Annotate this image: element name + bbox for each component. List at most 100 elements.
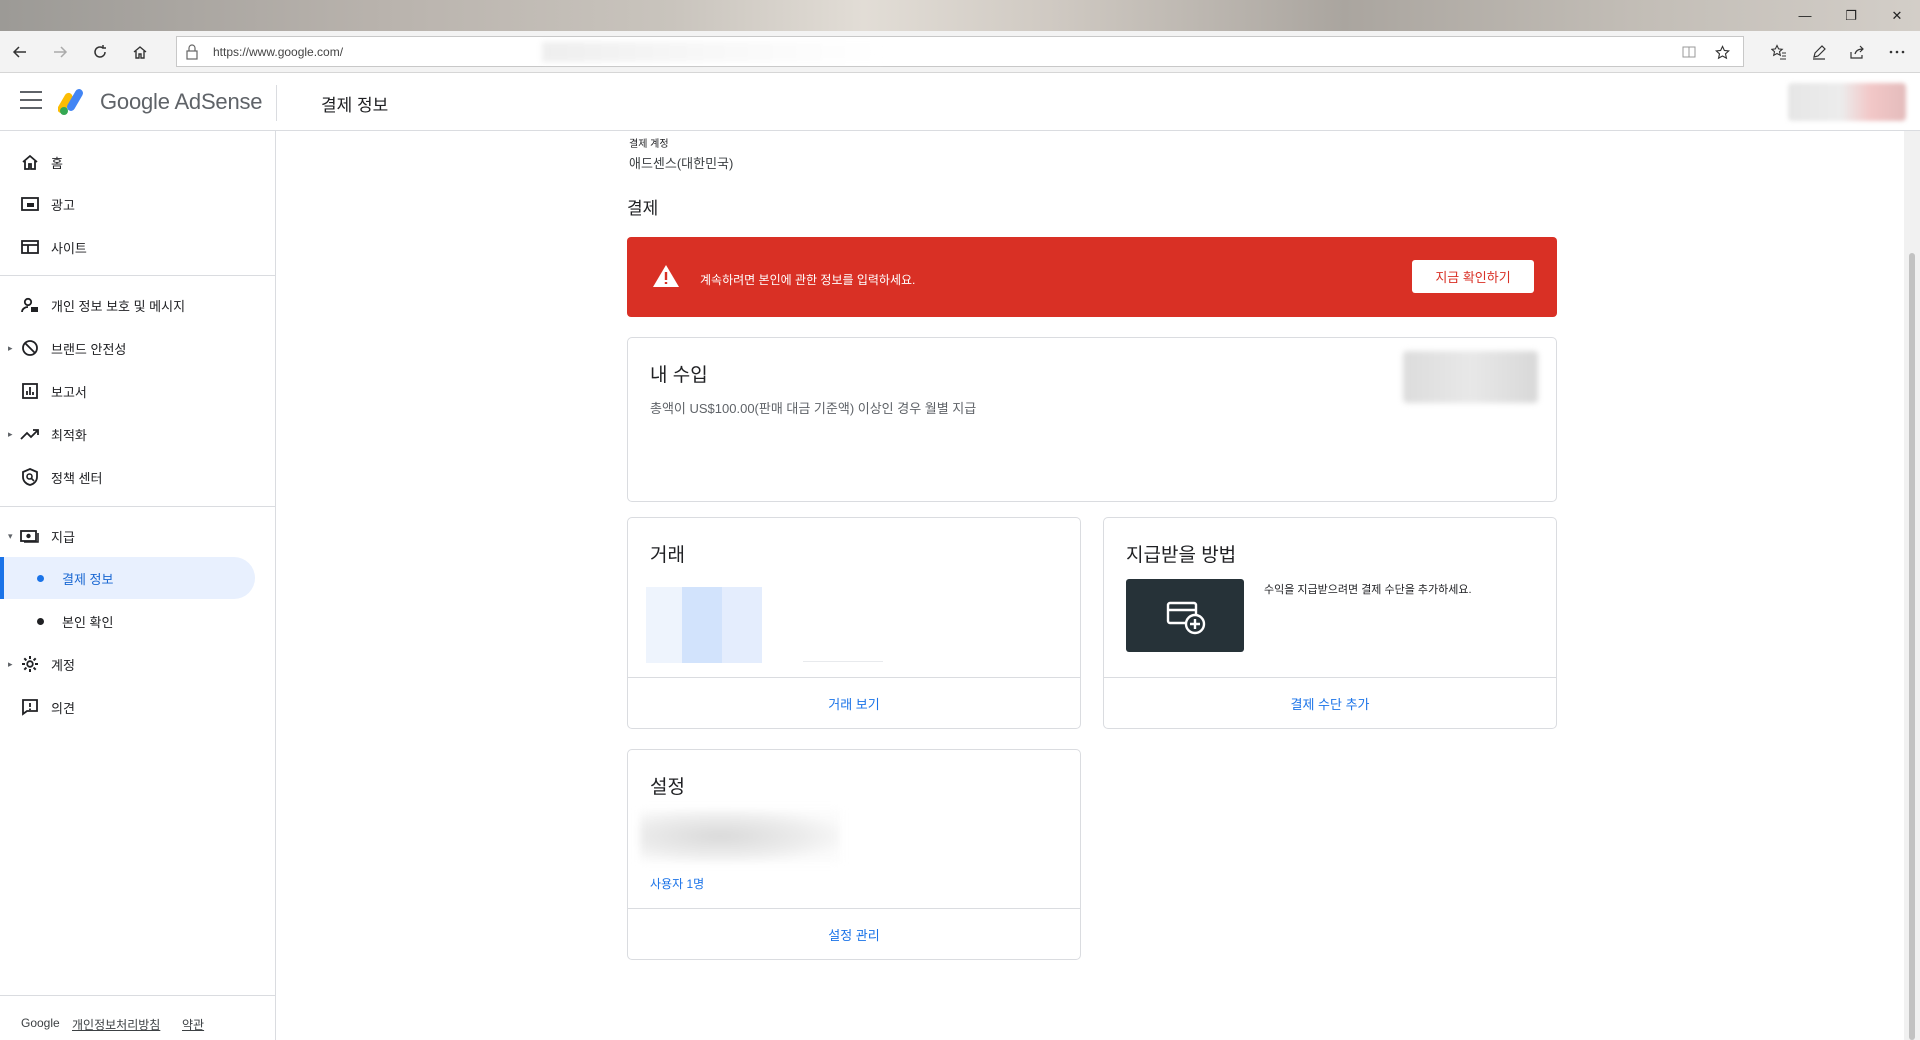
sidebar-subitem-verification[interactable]: 본인 확인 (0, 600, 255, 642)
scrollbar-thumb[interactable] (1909, 253, 1915, 1040)
hamburger-menu-icon[interactable] (20, 91, 42, 109)
feedback-icon (20, 697, 40, 717)
payment-method-card: 지급받을 방법 수익을 지급받으려면 결제 수단을 추가하세요. 결제 수단 추… (1103, 517, 1557, 729)
sidebar-subitem-payment-info[interactable]: 결제 정보 (0, 557, 255, 599)
favorites-icon[interactable] (1764, 37, 1794, 67)
sidebar-divider (0, 506, 275, 507)
settings-detail-redacted (640, 810, 840, 862)
home-icon (20, 152, 40, 172)
settings-title: 설정 (650, 777, 685, 798)
sidebar-item-account[interactable]: ▸ 계정 (0, 644, 276, 684)
sidebar-subitem-label: 결제 정보 (62, 571, 114, 587)
more-options-icon[interactable] (1882, 37, 1912, 67)
policy-icon (20, 467, 40, 487)
sidebar-item-label: 정책 센터 (51, 470, 103, 486)
main-content: 결제 계정 애드센스(대한민국) 결제 계속하려면 본인에 관한 정보를 입력하… (277, 131, 1904, 1040)
gear-icon (20, 654, 40, 674)
bullet-icon (37, 574, 44, 582)
payment-method-text: 수익을 지급받으려면 결제 수단을 추가하세요. (1264, 584, 1472, 596)
url-text[interactable]: https://www.google.com/ (213, 45, 343, 59)
manage-settings-button[interactable]: 설정 관리 (628, 908, 1080, 959)
expand-arrow-icon[interactable]: ▸ (8, 429, 13, 440)
refresh-icon[interactable] (85, 37, 115, 67)
sidebar-item-ads[interactable]: 광고 (0, 184, 276, 224)
trending-icon (20, 424, 40, 444)
block-icon (20, 338, 40, 358)
sidebar-item-policy[interactable]: 정책 센터 (0, 457, 276, 497)
sidebar: 홈 광고 사이트 개인 정보 보호 및 메시지 ▸ 브랜드 안전성 보고서 ▸ (0, 131, 276, 1040)
page-title: 결제 정보 (321, 96, 389, 115)
add-card-icon (1166, 601, 1206, 635)
privacy-icon (20, 295, 40, 315)
pen-icon[interactable] (1804, 37, 1834, 67)
sidebar-subitem-label: 본인 확인 (62, 614, 114, 630)
browser-toolbar: https://www.google.com/ (0, 31, 1920, 73)
close-button[interactable]: ✕ (1874, 0, 1920, 31)
lock-icon (186, 44, 198, 60)
payments-icon (20, 526, 40, 546)
sidebar-item-label: 광고 (51, 197, 75, 213)
payment-method-title: 지급받을 방법 (1126, 545, 1237, 566)
page-scrollbar[interactable] (1904, 131, 1920, 1040)
expand-arrow-icon[interactable]: ▸ (8, 343, 13, 354)
google-footer-text: Google (21, 1016, 60, 1030)
favorite-star-icon[interactable] (1710, 41, 1734, 63)
add-card-illustration (1126, 579, 1244, 652)
sites-icon (20, 237, 40, 257)
users-link[interactable]: 사용자 1명 (650, 875, 704, 892)
terms-link[interactable]: 약관 (182, 1016, 204, 1033)
back-icon[interactable] (5, 37, 35, 67)
collapse-arrow-icon[interactable]: ▾ (8, 531, 13, 542)
earnings-amount-redacted (1403, 351, 1538, 403)
sidebar-item-optimization[interactable]: ▸ 최적화 (0, 414, 276, 454)
expand-arrow-icon[interactable]: ▸ (8, 659, 13, 670)
sidebar-item-home[interactable]: 홈 (0, 142, 276, 182)
sidebar-item-payments[interactable]: ▾ 지급 (0, 516, 276, 556)
privacy-policy-link[interactable]: 개인정보처리방침 (72, 1016, 160, 1033)
sidebar-footer: Google 개인정보처리방침 약관 (0, 995, 275, 1040)
warning-icon (653, 265, 679, 287)
earnings-subtitle: 총액이 US$100.00(판매 대금 기준액) 이상인 경우 월별 지급 (650, 401, 977, 416)
forward-icon[interactable] (45, 37, 75, 67)
adsense-logo (58, 89, 83, 115)
sidebar-item-privacy[interactable]: 개인 정보 보호 및 메시지 (0, 285, 276, 325)
earnings-card: 내 수입 총액이 US$100.00(판매 대금 기준액) 이상인 경우 월별 … (627, 337, 1557, 502)
share-icon[interactable] (1842, 37, 1872, 67)
ads-icon (20, 194, 40, 214)
payment-account-value: 애드센스(대한민국) (629, 156, 734, 171)
settings-card: 설정 사용자 1명 설정 관리 (627, 749, 1081, 960)
alert-text: 계속하려면 본인에 관한 정보를 입력하세요. (700, 273, 916, 287)
transactions-title: 거래 (650, 545, 685, 566)
bullet-icon (37, 617, 44, 625)
sidebar-item-sites[interactable]: 사이트 (0, 227, 276, 267)
sidebar-divider (0, 275, 275, 276)
view-transactions-button[interactable]: 거래 보기 (628, 677, 1080, 728)
transactions-illustration (646, 587, 883, 663)
minimize-button[interactable]: — (1782, 0, 1828, 31)
sidebar-item-reports[interactable]: 보고서 (0, 371, 276, 411)
add-payment-method-button[interactable]: 결제 수단 추가 (1104, 677, 1556, 728)
sidebar-item-brand-safety[interactable]: ▸ 브랜드 안전성 (0, 328, 276, 368)
verify-now-button[interactable]: 지금 확인하기 (1412, 260, 1534, 293)
sidebar-item-label: 홈 (51, 155, 63, 171)
sidebar-item-label: 지급 (51, 529, 75, 545)
restore-button[interactable]: ❐ (1828, 0, 1874, 31)
home-browser-icon[interactable] (125, 37, 155, 67)
app-header: Google AdSense 결제 정보 (0, 73, 1920, 131)
reports-icon (20, 381, 40, 401)
reading-view-icon[interactable] (1677, 41, 1701, 63)
earnings-title: 내 수입 (650, 365, 708, 386)
sidebar-item-label: 의견 (51, 700, 75, 716)
browser-title-bar: — ❐ ✕ (0, 0, 1920, 31)
transactions-card: 거래 거래 보기 (627, 517, 1081, 729)
account-avatar-redacted[interactable] (1788, 83, 1906, 121)
address-bar[interactable]: https://www.google.com/ (176, 36, 1744, 67)
sidebar-item-label: 보고서 (51, 384, 87, 400)
section-title: 결제 (627, 199, 659, 218)
header-divider (276, 85, 277, 121)
brand-name: Google AdSense (100, 89, 263, 114)
active-indicator (0, 557, 4, 599)
sidebar-item-feedback[interactable]: 의견 (0, 687, 276, 727)
sidebar-item-label: 계정 (51, 657, 75, 673)
sidebar-item-label: 최적화 (51, 427, 87, 443)
